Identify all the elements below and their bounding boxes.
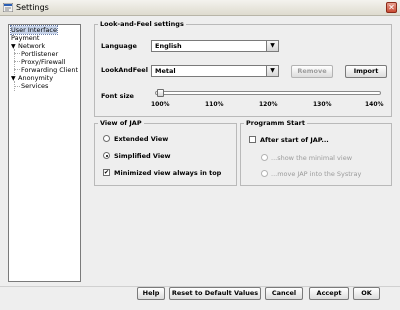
minimized-view-checkbox[interactable]: ✔ bbox=[103, 169, 110, 176]
tree-item-portlistener[interactable]: Portlistener bbox=[21, 50, 58, 58]
font-size-tick: 120% bbox=[259, 101, 278, 108]
expand-icon[interactable]: ▼ bbox=[11, 75, 18, 83]
font-size-label: Font size bbox=[101, 92, 134, 100]
close-icon: ✕ bbox=[388, 3, 395, 12]
after-start-label[interactable]: After start of JAP... bbox=[260, 136, 329, 144]
programm-start-title: Programm Start bbox=[244, 119, 307, 127]
help-button[interactable]: Help bbox=[137, 287, 165, 300]
expand-icon[interactable]: ▼ bbox=[11, 43, 18, 51]
cancel-button[interactable]: Cancel bbox=[265, 287, 303, 300]
look-and-feel-panel: Look-and-Feel settings Language English … bbox=[94, 20, 392, 117]
tree-item-forwarding-client[interactable]: Forwarding Client bbox=[21, 66, 78, 74]
app-icon bbox=[3, 3, 13, 12]
tree-item-services[interactable]: Services bbox=[21, 82, 48, 90]
chevron-down-icon: ▼ bbox=[266, 41, 278, 51]
ok-button[interactable]: OK bbox=[353, 287, 380, 300]
minimal-view-radio[interactable] bbox=[261, 154, 268, 161]
font-size-tick: 140% bbox=[365, 101, 384, 108]
tree-guide bbox=[14, 53, 20, 54]
window-title: Settings bbox=[16, 3, 49, 12]
extended-view-radio[interactable] bbox=[103, 135, 110, 142]
language-select[interactable]: English ▼ bbox=[151, 40, 279, 52]
tree-guide bbox=[14, 61, 20, 62]
lookandfeel-select[interactable]: Metal ▼ bbox=[151, 65, 279, 77]
view-of-jap-title: View of JAP bbox=[98, 119, 144, 127]
simplified-view-label[interactable]: Simplified View bbox=[114, 152, 171, 160]
font-size-tick: 110% bbox=[205, 101, 224, 108]
tree-item-proxy-firewall[interactable]: Proxy/Firewall bbox=[21, 58, 66, 66]
checkmark-icon: ✔ bbox=[104, 169, 110, 176]
tree-guide bbox=[14, 69, 20, 70]
title-bar: Settings ✕ bbox=[0, 0, 400, 16]
lookandfeel-label: LookAndFeel bbox=[101, 66, 148, 74]
font-size-tick: 130% bbox=[313, 101, 332, 108]
import-button[interactable]: Import bbox=[345, 65, 387, 78]
accept-button[interactable]: Accept bbox=[309, 287, 349, 300]
tree-guide bbox=[14, 86, 20, 87]
font-size-slider-thumb[interactable] bbox=[157, 89, 164, 97]
reset-defaults-button[interactable]: Reset to Default Values bbox=[169, 287, 261, 300]
remove-button[interactable]: Remove bbox=[291, 65, 333, 78]
minimal-view-label[interactable]: ...show the minimal view bbox=[271, 154, 352, 162]
tree-item-user-interface[interactable]: User Interface bbox=[10, 25, 58, 35]
simplified-view-radio[interactable] bbox=[103, 152, 110, 159]
programm-start-panel: Programm Start After start of JAP... ...… bbox=[240, 119, 392, 186]
chevron-down-icon: ▼ bbox=[266, 66, 278, 76]
view-of-jap-panel: View of JAP Extended View Simplified Vie… bbox=[94, 119, 237, 186]
font-size-slider[interactable] bbox=[155, 91, 381, 95]
font-size-tick: 100% bbox=[151, 101, 170, 108]
language-label: Language bbox=[101, 42, 137, 50]
tree-item-payment[interactable]: Payment bbox=[11, 34, 39, 42]
after-start-checkbox[interactable] bbox=[249, 136, 256, 143]
minimized-view-label[interactable]: Minimized view always in top bbox=[114, 169, 221, 177]
look-and-feel-title: Look-and-Feel settings bbox=[98, 20, 186, 28]
extended-view-label[interactable]: Extended View bbox=[114, 135, 168, 143]
settings-body: User Interface Payment ▼ Network Portlist… bbox=[0, 16, 400, 310]
systray-radio[interactable] bbox=[261, 170, 268, 177]
systray-label[interactable]: ...move JAP into the Systray bbox=[271, 170, 361, 178]
settings-tree[interactable]: User Interface Payment ▼ Network Portlist… bbox=[8, 24, 81, 282]
close-button[interactable]: ✕ bbox=[386, 2, 397, 13]
